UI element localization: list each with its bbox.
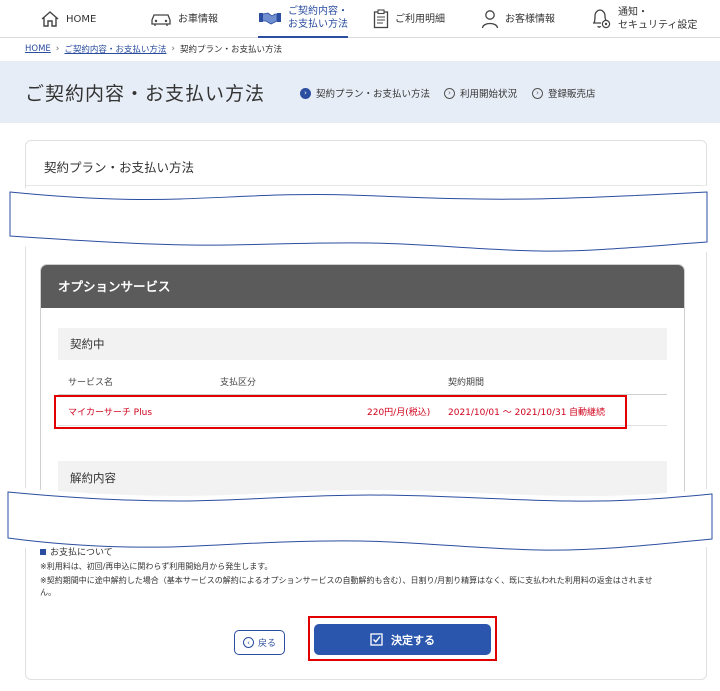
anchor-link-usage-start[interactable]: › 利用開始状況 xyxy=(444,86,517,100)
payment-notes-title: お支払について xyxy=(40,545,113,558)
breadcrumb: HOME › ご契約内容・お支払い方法 › 契約プラン・お支払い方法 xyxy=(25,43,282,55)
torn-paper-overlay xyxy=(0,185,720,262)
back-button-label: 戻る xyxy=(257,639,276,649)
chevron-right-icon: › xyxy=(171,44,176,54)
nav-car-info[interactable]: お車情報 xyxy=(150,0,218,38)
chevron-left-icon: ‹ xyxy=(242,637,254,648)
note-line: ※利用料は、初回/再申込に関わらず利用開始月から発生します。 xyxy=(40,562,273,571)
breadcrumb-current: 契約プラン・お支払い方法 xyxy=(180,45,283,55)
anchor-link-contract-plan[interactable]: › 契約プラン・お支払い方法 xyxy=(300,86,430,100)
nav-home-label: HOME xyxy=(66,13,97,25)
chevron-circle-icon: › xyxy=(532,87,543,99)
nav-contract-label: ご契約内容・ お支払い方法 xyxy=(288,6,348,30)
breadcrumb-home-link[interactable]: HOME xyxy=(25,44,51,54)
page-title: ご契約内容・お支払い方法 xyxy=(25,83,266,105)
column-header-period: 契約期間 xyxy=(448,378,485,388)
option-service-title: オプションサービス xyxy=(41,265,684,308)
nav-car-info-label: お車情報 xyxy=(178,13,218,25)
chevron-right-icon: › xyxy=(55,44,60,54)
column-header-payment: 支払区分 xyxy=(220,378,257,388)
home-icon xyxy=(41,11,59,27)
nav-contract[interactable]: ご契約内容・ お支払い方法 xyxy=(258,0,348,38)
nav-usage-details-label: ご利用明細 xyxy=(395,13,445,25)
nav-customer-info-label: お客様情報 xyxy=(505,13,555,25)
bell-gear-icon xyxy=(593,9,611,29)
handshake-icon xyxy=(259,12,281,25)
row-highlight-box xyxy=(54,395,627,429)
contracted-section-title: 契約中 xyxy=(58,328,667,360)
page-header: ご契約内容・お支払い方法 › 契約プラン・お支払い方法 › 利用開始状況 › 登… xyxy=(0,61,720,123)
column-header-service: サービス名 xyxy=(68,378,114,388)
nav-usage-details[interactable]: ご利用明細 xyxy=(373,0,445,38)
nav-notification-security[interactable]: 通知・ セキュリティ設定 xyxy=(590,0,697,38)
bullet-square-icon xyxy=(40,548,46,555)
anchor-link-label: 利用開始状況 xyxy=(460,89,518,100)
chevron-circle-icon: › xyxy=(300,87,311,99)
breadcrumb-parent-link[interactable]: ご契約内容・お支払い方法 xyxy=(64,43,166,55)
chevron-circle-icon: › xyxy=(444,87,455,99)
nav-home[interactable]: HOME xyxy=(40,0,96,38)
note-line: ※契約期間中に途中解約した場合（基本サービスの解約によるオプションサービスの自動… xyxy=(40,576,653,585)
option-service-panel: オプションサービス 契約中 サービス名 支払区分 契約期間 マイカーサーチ Pl… xyxy=(40,264,685,504)
button-highlight-box xyxy=(308,616,497,661)
back-button[interactable]: ‹ 戻る xyxy=(234,630,285,655)
car-icon xyxy=(151,14,171,26)
note-line: ん。 xyxy=(40,588,56,597)
anchor-link-label: 契約プラン・お支払い方法 xyxy=(316,89,431,100)
anchor-link-label: 登録販売店 xyxy=(548,89,596,100)
anchor-link-dealer[interactable]: › 登録販売店 xyxy=(532,86,596,100)
payment-notes-title-text: お支払について xyxy=(50,548,113,558)
nav-notification-security-label: 通知・ セキュリティ設定 xyxy=(618,7,698,31)
card-title: 契約プラン・お支払い方法 xyxy=(44,160,195,175)
clipboard-icon xyxy=(373,9,389,29)
person-icon xyxy=(481,10,499,29)
nav-customer-info[interactable]: お客様情報 xyxy=(481,0,555,38)
top-nav: HOME お車情報 ご契約内容・ お支払い方法 ご利用明細 お客様情報 通知・ … xyxy=(0,0,720,38)
